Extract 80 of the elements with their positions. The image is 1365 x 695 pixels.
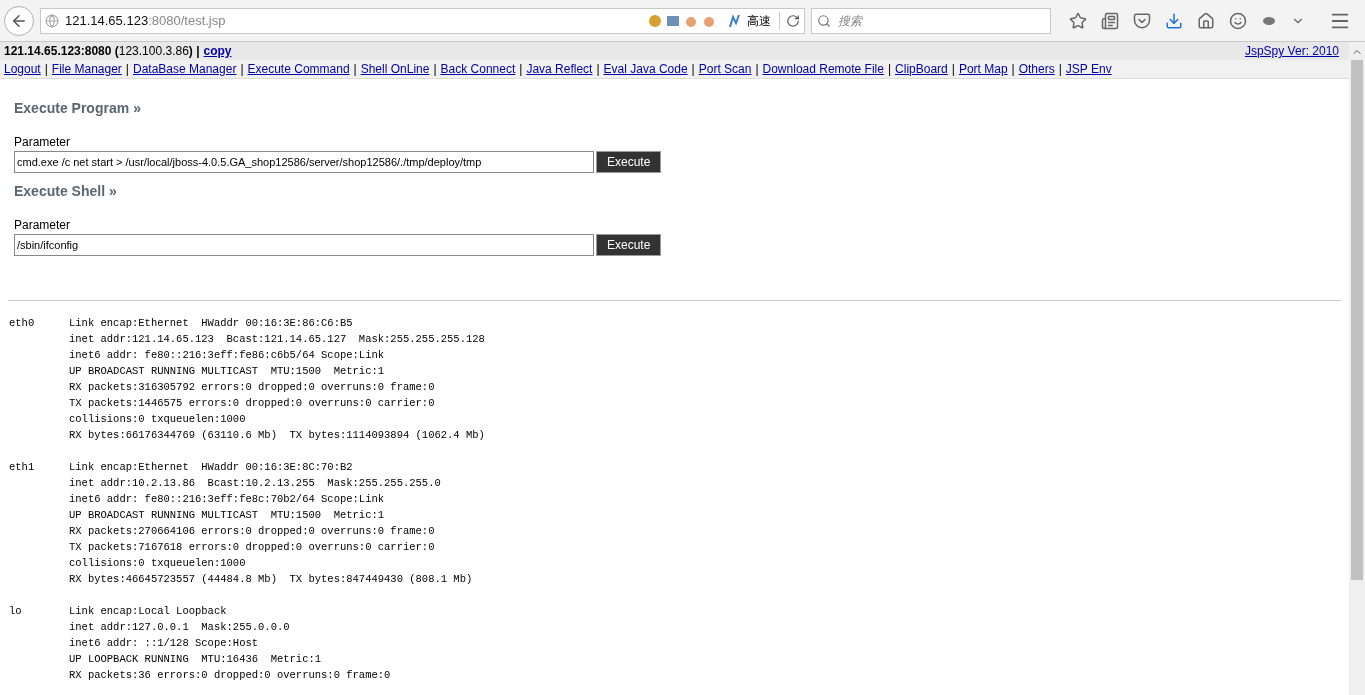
nav-link[interactable]: Back Connect — [440, 60, 516, 78]
reload-button[interactable] — [786, 13, 800, 28]
output-line: Link encap:Ethernet HWaddr 00:16:3E:8C:70:B2 — [69, 460, 354, 475]
search-icon — [817, 13, 831, 28]
nav-link[interactable]: Java Reflect — [526, 60, 593, 78]
nav-separator: | — [519, 61, 523, 78]
nav-separator: | — [125, 61, 129, 78]
output-line: inet6 addr: ::1/128 Scope:Host — [69, 636, 260, 651]
output-line: UP BROADCAST RUNNING MULTICAST MTU:1500 Metric:1 — [69, 508, 386, 523]
server-info: 121.14.65.123:8080 (123.100.3.86) | — [4, 43, 200, 60]
nav-link[interactable]: Port Scan — [698, 60, 752, 78]
nav-link[interactable]: Others — [1018, 60, 1055, 78]
nav-separator: | — [1058, 61, 1062, 78]
output-line: UP BROADCAST RUNNING MULTICAST MTU:1500 Metric:1 — [69, 364, 386, 379]
back-button[interactable] — [4, 5, 34, 36]
section-arrow: » — [133, 99, 141, 118]
nav-link[interactable]: Eval Java Code — [603, 60, 688, 78]
interface-name: eth0 — [9, 316, 36, 331]
home-icon[interactable] — [1197, 11, 1215, 30]
version-link[interactable]: JspSpy Ver: 2010 — [1244, 42, 1339, 60]
copy-link[interactable]: copy — [203, 42, 232, 60]
reading-list-icon[interactable] — [1101, 11, 1119, 30]
parameter-input[interactable]: cmd.exe /c net start > /usr/local/jboss-4.0.5.GA_shop12586/server/shop12586/./tmp/deploy/tmp — [14, 151, 594, 173]
output-line: inet addr:127.0.0.1 Mask:255.0.0.0 — [69, 620, 291, 635]
output-line: collisions:0 txqueuelen:1000 — [69, 412, 247, 427]
output-line: Link encap:Ethernet HWaddr 00:16:3E:86:C6:B5 — [69, 316, 354, 331]
section-arrow: » — [109, 182, 117, 201]
nav-link[interactable]: Port Map — [958, 60, 1008, 78]
output-line: inet6 addr: fe80::216:3eff:fe86:c6b5/64 Scope:Link — [69, 348, 386, 363]
nav-link[interactable]: Shell OnLine — [360, 60, 430, 78]
speed-label: 高速 — [747, 11, 780, 30]
nav-separator: | — [433, 61, 437, 78]
smile-icon[interactable] — [1229, 11, 1247, 30]
nav-separator: | — [691, 61, 695, 78]
lightning-icon — [727, 12, 741, 29]
nav-link[interactable]: DataBase Manager — [133, 60, 237, 78]
nav-separator: | — [596, 61, 600, 78]
output-line: Link encap:Local Loopback — [69, 604, 228, 619]
output-line: RX packets:36 errors:0 dropped:0 overruns:0 frame:0 — [69, 668, 391, 683]
interface-name: lo — [9, 604, 23, 619]
output-line: TX packets:7167618 errors:0 dropped:0 overruns:0 carrier:0 — [69, 540, 436, 555]
output-line: RX bytes:66176344769 (63110.6 Mb) TX bytes:1114093894 (1062.4 Mb) — [69, 428, 485, 443]
download-icon[interactable] — [1165, 11, 1183, 30]
nav-link[interactable]: File Manager — [51, 60, 122, 78]
bookmark-star-icon[interactable] — [1069, 11, 1087, 30]
nav-separator: | — [755, 61, 759, 78]
output-line: RX packets:316305792 errors:0 dropped:0 overruns:0 frame:0 — [69, 380, 436, 395]
nav-link[interactable]: Download Remote File — [762, 60, 884, 78]
output-line: inet6 addr: fe80::216:3eff:fe8c:70b2/64 Scope:Link — [69, 492, 386, 507]
nav-separator: | — [240, 61, 244, 78]
output-line: RX bytes:46645723557 (44484.8 Mb) TX bytes:847449430 (808.1 Mb) — [69, 572, 473, 587]
section-title: Execute Program — [14, 99, 130, 118]
globe-icon — [45, 13, 59, 28]
parameter-input[interactable]: /sbin/ifconfig — [14, 234, 594, 256]
nav-separator: | — [887, 61, 892, 78]
nav-link[interactable]: JSP Env — [1065, 60, 1112, 78]
scrollbar[interactable] — [1349, 42, 1365, 695]
output-line: RX packets:270664106 errors:0 dropped:0 overruns:0 frame:0 — [69, 524, 436, 539]
url-text: 121.14.65.123:8080/test.jsp — [65, 11, 227, 30]
output-line: inet addr:121.14.65.123 Bcast:121.14.65.127 Mask:255.255.255.128 — [69, 332, 485, 347]
nav-separator: | — [353, 61, 357, 78]
field-label: Parameter — [14, 217, 72, 234]
section-title: Execute Shell — [14, 182, 106, 201]
output-line: collisions:0 txqueuelen:1000 — [69, 556, 247, 571]
execute-button[interactable]: Execute — [596, 151, 662, 173]
output-line: UP LOOPBACK RUNNING MTU:16436 Metric:1 — [69, 652, 323, 667]
nav-separator: | — [1011, 61, 1015, 78]
search-field[interactable]: 搜索 — [811, 7, 1051, 34]
nav-separator: | — [951, 61, 955, 78]
address-bar[interactable]: 121.14.65.123:8080/test.jsp 高速 — [40, 7, 805, 34]
nav-link[interactable]: ClipBoard — [895, 60, 948, 78]
output-line: inet addr:10.2.13.86 Bcast:10.2.13.255 Mask:255.255.255.0 — [69, 476, 442, 491]
execute-button[interactable]: Execute — [596, 234, 662, 256]
interface-name: eth1 — [9, 460, 36, 475]
field-label: Parameter — [14, 134, 72, 151]
nav-link[interactable]: Execute Command — [247, 60, 350, 78]
output-line: TX packets:1446575 errors:0 dropped:0 overruns:0 carrier:0 — [69, 396, 436, 411]
nav-link[interactable]: Logout — [4, 60, 41, 78]
pocket-icon[interactable] — [1133, 11, 1151, 30]
nav-separator: | — [44, 61, 48, 78]
